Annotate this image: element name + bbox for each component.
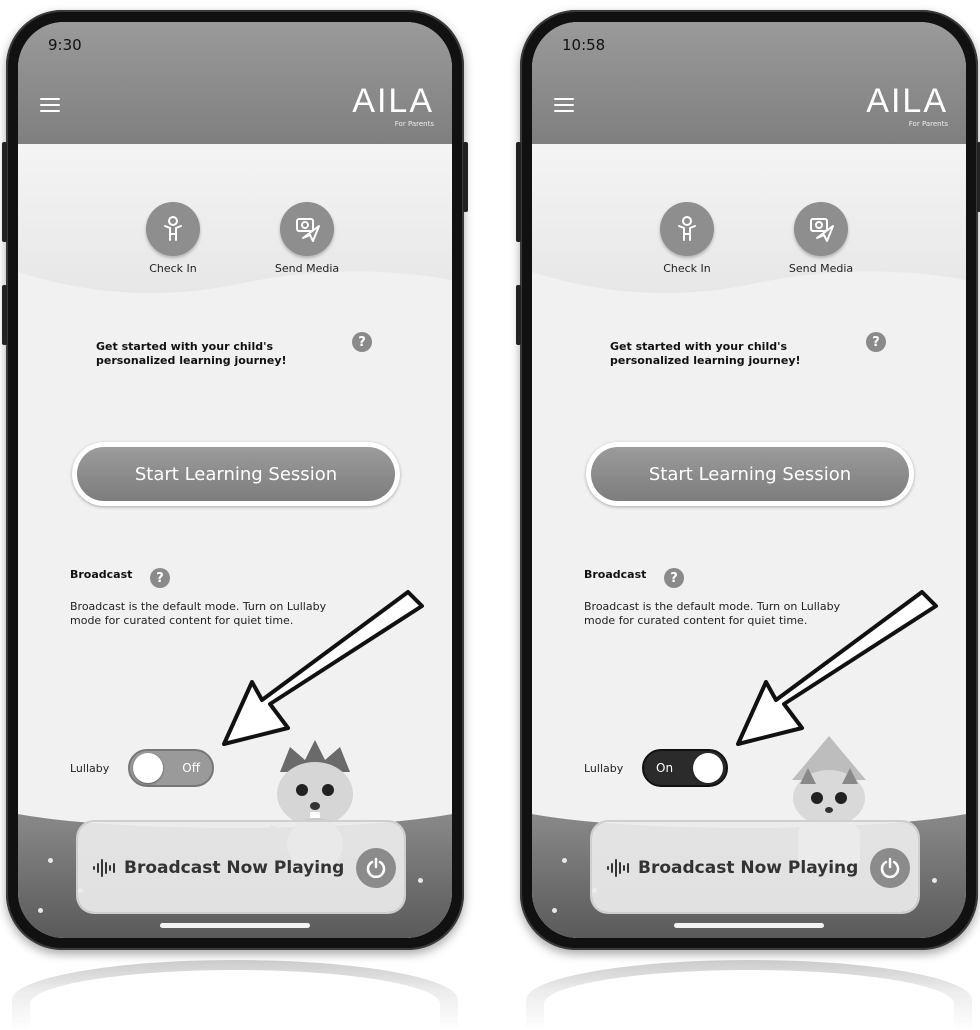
volume-button: [516, 142, 521, 242]
app-logo: AILA For Parents: [866, 84, 948, 128]
start-learning-label: Start Learning Session: [77, 447, 395, 501]
start-learning-label: Start Learning Session: [591, 447, 909, 501]
logo-subtitle: For Parents: [908, 120, 948, 128]
power-side-button: [463, 142, 468, 212]
sound-wave-icon: [93, 859, 115, 877]
camera-send-icon: [794, 202, 848, 256]
app-header: 10:58 AILA For Parents: [532, 22, 966, 144]
now-playing-text: Broadcast Now Playing: [638, 858, 859, 878]
power-icon[interactable]: [870, 848, 910, 888]
status-time: 9:30: [48, 36, 82, 54]
sound-wave-icon: [607, 859, 629, 877]
help-icon[interactable]: ?: [866, 332, 886, 352]
app-screen: 10:58 AILA For Parents Check In Send Med…: [532, 22, 966, 938]
lullaby-label: Lullaby: [70, 762, 110, 775]
broadcast-title: Broadcast: [584, 568, 647, 581]
logo-text: AILA: [352, 82, 434, 120]
volume-button: [2, 142, 7, 242]
volume-button: [516, 285, 521, 345]
start-learning-button[interactable]: Start Learning Session: [72, 442, 400, 506]
intro-text: Get started with your child's personaliz…: [610, 340, 801, 367]
home-indicator[interactable]: [160, 923, 310, 928]
lullaby-toggle[interactable]: On: [642, 749, 728, 787]
phone-left: 9:30 AILA For Parents Check In Send Medi…: [2, 10, 468, 950]
phone-reflection: [526, 960, 972, 1030]
lullaby-toggle[interactable]: Off: [128, 749, 214, 787]
phone-reflection: [12, 960, 458, 1030]
now-playing-bar[interactable]: Broadcast Now Playing: [592, 822, 918, 912]
home-indicator[interactable]: [674, 923, 824, 928]
now-playing-bar[interactable]: Broadcast Now Playing: [78, 822, 404, 912]
broadcast-title: Broadcast: [70, 568, 133, 581]
volume-button: [2, 285, 7, 345]
broadcast-description: Broadcast is the default mode. Turn on L…: [70, 600, 327, 627]
toggle-state: On: [656, 761, 674, 775]
phone-right: 10:58 AILA For Parents Check In Send Med…: [516, 10, 980, 950]
logo-subtitle: For Parents: [394, 120, 434, 128]
section-divider: [18, 271, 452, 312]
camera-send-icon: [280, 202, 334, 256]
help-icon[interactable]: ?: [352, 332, 372, 352]
now-playing-text: Broadcast Now Playing: [124, 858, 345, 878]
app-logo: AILA For Parents: [352, 84, 434, 128]
toggle-knob: [693, 753, 723, 783]
lullaby-label: Lullaby: [584, 762, 624, 775]
menu-icon[interactable]: [554, 98, 574, 112]
toggle-state: Off: [182, 761, 200, 775]
help-icon[interactable]: ?: [664, 568, 684, 588]
section-divider: [532, 271, 966, 312]
toggle-knob: [133, 753, 163, 783]
child-icon: [146, 202, 200, 256]
start-learning-button[interactable]: Start Learning Session: [586, 442, 914, 506]
intro-text: Get started with your child's personaliz…: [96, 340, 287, 367]
app-header: 9:30 AILA For Parents: [18, 22, 452, 144]
menu-icon[interactable]: [40, 98, 60, 112]
broadcast-description: Broadcast is the default mode. Turn on L…: [584, 600, 841, 627]
app-screen: 9:30 AILA For Parents Check In Send Medi…: [18, 22, 452, 938]
child-icon: [660, 202, 714, 256]
logo-text: AILA: [866, 82, 948, 120]
power-icon[interactable]: [356, 848, 396, 888]
status-time: 10:58: [562, 36, 606, 54]
help-icon[interactable]: ?: [150, 568, 170, 588]
